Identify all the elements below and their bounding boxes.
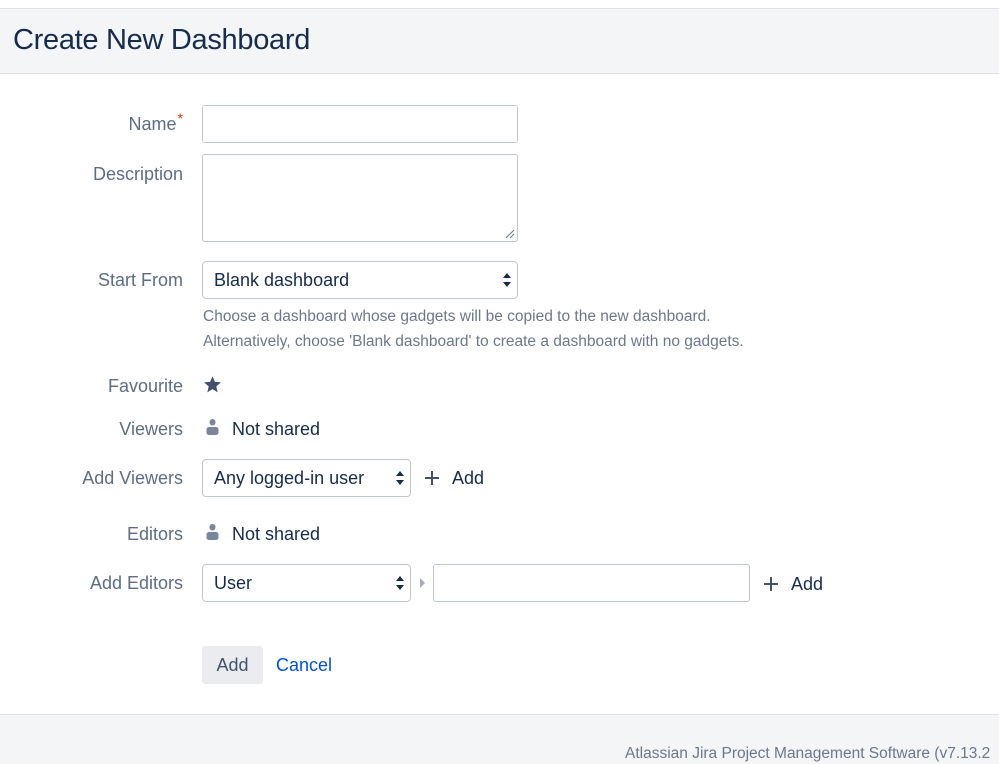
- cancel-link[interactable]: Cancel: [276, 655, 332, 676]
- plus-icon: [764, 577, 778, 591]
- add-viewers-label-text: Add: [452, 468, 485, 488]
- select-arrows-icon: [396, 471, 404, 485]
- select-arrows-icon: [396, 576, 404, 590]
- add-viewers-select[interactable]: Any logged-in user: [202, 459, 411, 497]
- add-viewers-selected: Any logged-in user: [214, 468, 365, 488]
- start-from-select[interactable]: Blank dashboard: [202, 261, 518, 299]
- plus-icon: [425, 471, 439, 485]
- add-editors-label-text: Add: [791, 574, 824, 594]
- editors-label: Editors: [126, 524, 183, 544]
- name-input[interactable]: [202, 105, 518, 143]
- page-title: Create New Dashboard: [13, 24, 311, 56]
- resize-handle-icon[interactable]: [505, 229, 515, 239]
- editors-value: Not shared: [232, 524, 321, 544]
- start-from-label: Start From: [97, 270, 183, 290]
- add-viewers-label: Add Viewers: [82, 468, 183, 488]
- start-from-selected: Blank dashboard: [214, 270, 350, 290]
- star-icon[interactable]: [203, 375, 222, 394]
- page-header: Create New Dashboard: [0, 8, 999, 74]
- person-icon: [206, 419, 219, 435]
- viewers-value: Not shared: [232, 419, 321, 439]
- add-editors-select[interactable]: User: [202, 564, 411, 602]
- person-icon: [206, 524, 219, 540]
- add-editors-label: Add Editors: [89, 573, 183, 593]
- favourite-label: Favourite: [107, 376, 183, 396]
- start-from-hint-2: Alternatively, choose 'Blank dashboard' …: [203, 333, 744, 350]
- footer-text: Atlassian Jira Project Management Softwa…: [625, 745, 991, 762]
- start-from-hint-1: Choose a dashboard whose gadgets will be…: [203, 308, 711, 325]
- description-textarea[interactable]: [202, 154, 518, 242]
- editor-user-input[interactable]: [433, 564, 750, 602]
- description-label: Description: [92, 164, 183, 184]
- required-marker: *: [177, 110, 183, 126]
- viewers-label: Viewers: [119, 419, 183, 439]
- add-editors-selected: User: [214, 573, 253, 593]
- chevron-right-icon: [420, 578, 425, 588]
- submit-add-button[interactable]: Add: [202, 646, 263, 684]
- select-arrows-icon: [503, 273, 511, 287]
- name-label: Name*: [128, 110, 183, 134]
